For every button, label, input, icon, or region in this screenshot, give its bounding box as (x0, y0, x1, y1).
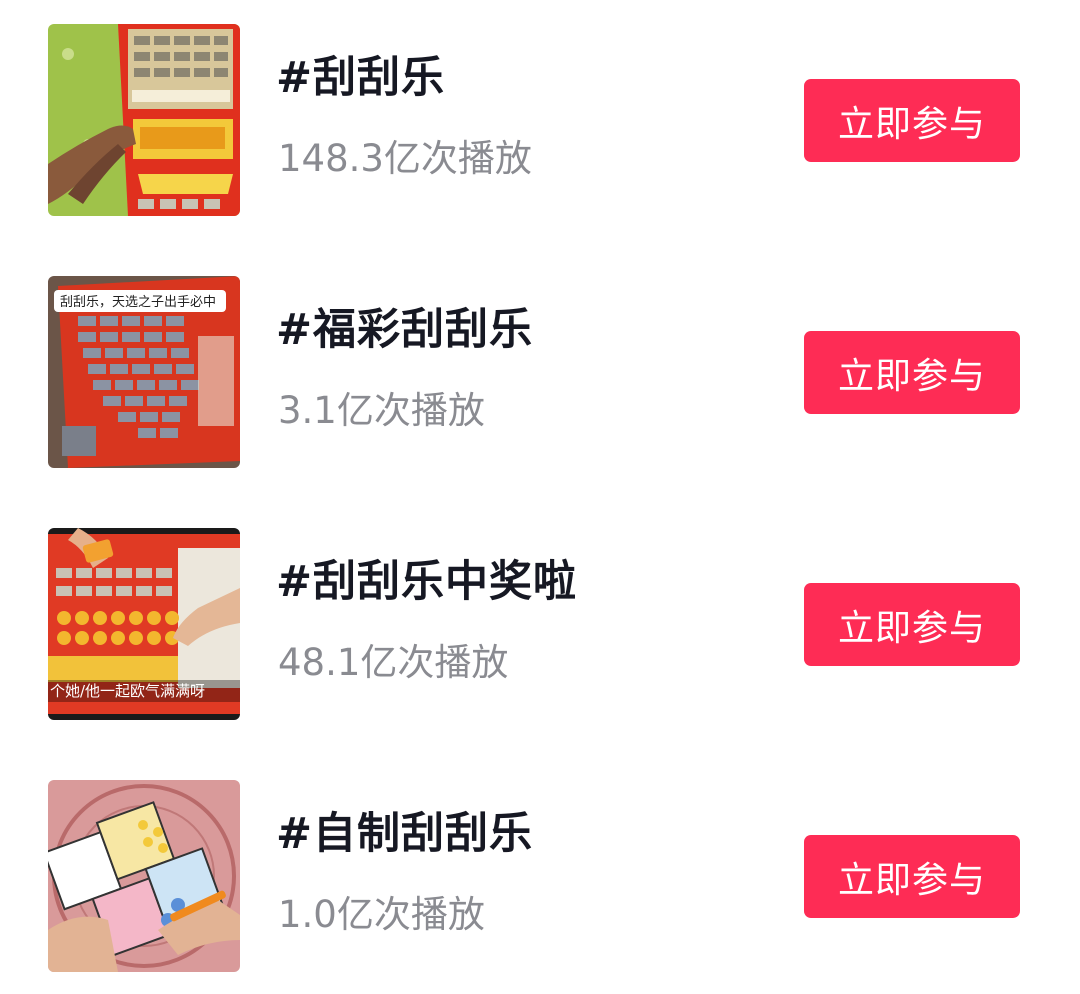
topic-row[interactable]: #刮刮乐 148.3亿次播放 立即参与 (0, 22, 1080, 216)
play-count: 3.1亿次播放 (278, 389, 485, 432)
topic-thumbnail[interactable] (48, 780, 240, 972)
topic-title[interactable]: #刮刮乐 (276, 50, 445, 106)
topic-title[interactable]: #刮刮乐中奖啦 (276, 554, 577, 610)
topic-title[interactable]: #福彩刮刮乐 (276, 302, 533, 358)
topic-row[interactable]: 个她/他一起欧气满满呀 #刮刮乐中奖啦 48.1亿次播放 立即参与 (0, 526, 1080, 720)
play-count: 1.0亿次播放 (278, 893, 485, 936)
join-button[interactable]: 立即参与 (804, 79, 1020, 162)
topic-thumbnail[interactable]: 刮刮乐，天选之子出手必中 (48, 276, 240, 468)
topic-list: #刮刮乐 148.3亿次播放 立即参与 刮刮乐，天选之子出手必中 #福彩刮刮乐 … (0, 0, 1080, 994)
join-button[interactable]: 立即参与 (804, 583, 1020, 666)
join-button[interactable]: 立即参与 (804, 835, 1020, 918)
thumbnail-caption: 个她/他一起欧气满满呀 (50, 682, 205, 700)
topic-row[interactable]: #自制刮刮乐 1.0亿次播放 立即参与 (0, 778, 1080, 972)
join-button[interactable]: 立即参与 (804, 331, 1020, 414)
thumbnail-caption: 刮刮乐，天选之子出手必中 (60, 295, 216, 310)
topic-thumbnail[interactable] (48, 24, 240, 216)
play-count: 148.3亿次播放 (278, 137, 532, 180)
play-count: 48.1亿次播放 (278, 641, 509, 684)
topic-title[interactable]: #自制刮刮乐 (276, 806, 533, 862)
topic-thumbnail[interactable]: 个她/他一起欧气满满呀 (48, 528, 240, 720)
topic-row[interactable]: 刮刮乐，天选之子出手必中 #福彩刮刮乐 3.1亿次播放 立即参与 (0, 274, 1080, 468)
